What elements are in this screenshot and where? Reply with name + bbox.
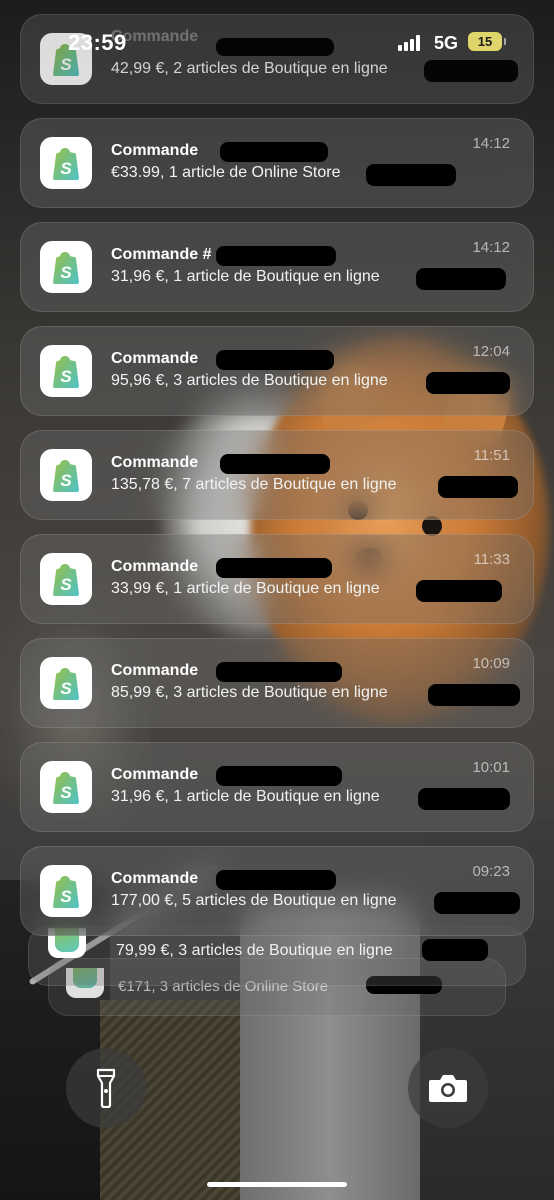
redaction bbox=[416, 268, 506, 290]
svg-text:S: S bbox=[60, 263, 72, 282]
redaction bbox=[216, 870, 336, 890]
svg-text:S: S bbox=[60, 575, 72, 594]
notification-title: Commande bbox=[111, 766, 199, 783]
camera-icon bbox=[429, 1075, 467, 1102]
redaction bbox=[426, 372, 510, 394]
shopping-bag-icon: S bbox=[51, 251, 81, 284]
shopify-app-icon: S bbox=[40, 865, 92, 917]
notification-body: 31,96 €, 1 article de Boutique en ligne bbox=[111, 788, 380, 805]
order-notification[interactable]: S Commande 85,99 €, 3 articles de Boutique… bbox=[20, 638, 534, 728]
notification-time: 12:04 bbox=[472, 343, 510, 360]
redaction bbox=[422, 939, 488, 961]
shopify-app-icon: S bbox=[40, 449, 92, 501]
battery-indicator: 15 bbox=[468, 32, 506, 51]
order-notification[interactable]: S Commande 95,96 €, 3 articles de Boutique… bbox=[20, 326, 534, 416]
notification-time: 10:01 bbox=[472, 759, 510, 776]
redaction bbox=[216, 558, 332, 578]
redaction bbox=[416, 580, 502, 602]
redaction bbox=[220, 142, 328, 162]
shopping-bag-icon: S bbox=[51, 355, 81, 388]
shopping-bag-icon: S bbox=[51, 459, 81, 492]
svg-text:S: S bbox=[60, 887, 72, 906]
redaction bbox=[216, 246, 336, 266]
shopify-app-icon: S bbox=[40, 761, 92, 813]
shopify-app-icon: S bbox=[40, 657, 92, 709]
order-notification[interactable]: S Commande €33.99, 1 article de Online Sto… bbox=[20, 118, 534, 208]
notification-time: 14:12 bbox=[472, 135, 510, 152]
camera-button[interactable] bbox=[408, 1048, 488, 1128]
flashlight-icon bbox=[96, 1068, 116, 1108]
notification-body: €33.99, 1 article de Online Store bbox=[111, 164, 341, 181]
clock: 23:59 bbox=[68, 30, 127, 55]
redaction bbox=[428, 684, 520, 706]
notification-body: 177,00 €, 5 articles de Boutique en lign… bbox=[111, 892, 397, 909]
notification-title: Commande bbox=[111, 142, 199, 159]
cellular-signal-icon bbox=[398, 35, 424, 51]
shopify-app-icon: S bbox=[40, 241, 92, 293]
notification-time: 11:51 bbox=[473, 447, 510, 464]
order-notification[interactable]: S Commande 31,96 €, 1 article de Boutique … bbox=[20, 742, 534, 832]
redaction bbox=[438, 476, 518, 498]
notification-time: 09:23 bbox=[472, 863, 510, 880]
notification-title: Commande bbox=[111, 870, 199, 887]
shopify-app-icon: S bbox=[40, 137, 92, 189]
redaction bbox=[216, 766, 342, 786]
svg-text:S: S bbox=[60, 159, 72, 178]
redaction bbox=[220, 454, 330, 474]
notification-title: Commande # bbox=[111, 246, 212, 263]
notification-time: 11:33 bbox=[473, 551, 510, 568]
status-bar: 23:59 5G 15 bbox=[0, 0, 554, 80]
notification-body: 79,99 €, 3 articles de Boutique en ligne bbox=[116, 942, 393, 959]
shopping-bag-icon: S bbox=[51, 771, 81, 804]
notification-time: 10:09 bbox=[472, 655, 510, 672]
order-notification[interactable]: S Commande 135,78 €, 7 articles de Boutiqu… bbox=[20, 430, 534, 520]
svg-text:S: S bbox=[60, 783, 72, 802]
network-type: 5G bbox=[434, 33, 459, 53]
flashlight-button[interactable] bbox=[66, 1048, 146, 1128]
shopping-bag-icon: S bbox=[51, 147, 81, 180]
redaction bbox=[216, 662, 342, 682]
notification-body: 85,99 €, 3 articles de Boutique en ligne bbox=[111, 684, 388, 701]
svg-text:S: S bbox=[60, 679, 72, 698]
svg-text:S: S bbox=[60, 367, 72, 386]
home-indicator[interactable] bbox=[207, 1182, 347, 1187]
notification-title: Commande bbox=[111, 662, 199, 679]
redaction bbox=[366, 164, 456, 186]
redaction bbox=[216, 350, 334, 370]
notification-body: 135,78 €, 7 articles de Boutique en lign… bbox=[111, 476, 397, 493]
redaction bbox=[418, 788, 510, 810]
order-notification[interactable]: S Commande 33,99 €, 1 article de Boutique … bbox=[20, 534, 534, 624]
notification-body: 95,96 €, 3 articles de Boutique en ligne bbox=[111, 372, 388, 389]
notification-title: Commande bbox=[111, 350, 199, 367]
shopping-bag-icon: S bbox=[51, 875, 81, 908]
order-notification[interactable]: S Commande 177,00 €, 5 articles de Boutiqu… bbox=[20, 846, 534, 936]
svg-text:S: S bbox=[60, 471, 72, 490]
notification-body: 31,96 €, 1 article de Boutique en ligne bbox=[111, 268, 380, 285]
notification-body: 33,99 €, 1 article de Boutique en ligne bbox=[111, 580, 380, 597]
notification-title: Commande bbox=[111, 454, 199, 471]
shopify-app-icon: S bbox=[40, 553, 92, 605]
shopify-app-icon: S bbox=[40, 345, 92, 397]
shopping-bag-icon: S bbox=[51, 667, 81, 700]
notification-time: 14:12 bbox=[472, 239, 510, 256]
shopping-bag-icon: S bbox=[51, 563, 81, 596]
redaction bbox=[434, 892, 520, 914]
notification-title: Commande bbox=[111, 558, 199, 575]
order-notification[interactable]: S Commande # 31,96 €, 1 article de Boutiqu… bbox=[20, 222, 534, 312]
